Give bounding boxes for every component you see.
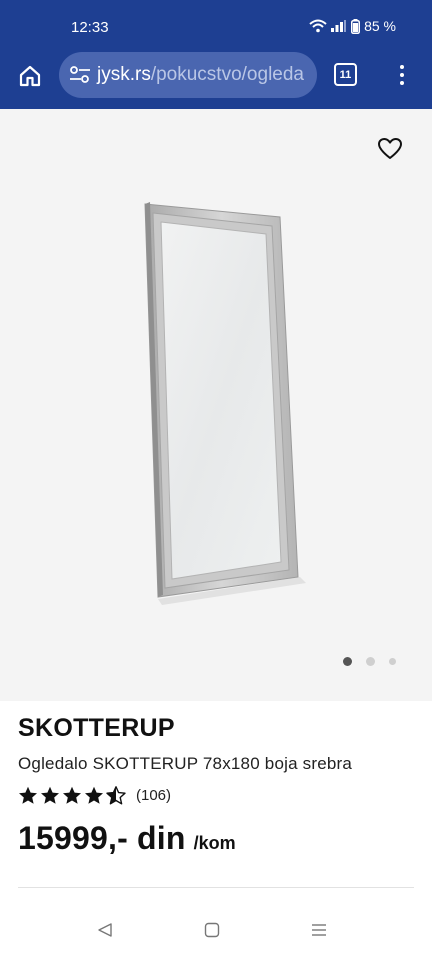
- star-half-icon: [106, 786, 126, 805]
- price-unit: /kom: [193, 833, 236, 853]
- nav-back-button[interactable]: [94, 921, 116, 943]
- signal-icon: [331, 20, 347, 32]
- status-indicators: 85 %: [309, 18, 396, 34]
- star-filled-icon: [40, 786, 60, 805]
- address-bar[interactable]: jysk.rs/pokucstvo/ogleda: [59, 52, 317, 98]
- gallery-dot-3[interactable]: [389, 658, 396, 665]
- star-filled-icon: [84, 786, 104, 805]
- system-nav-bar: [0, 905, 432, 960]
- browser-toolbar: jysk.rs/pokucstvo/ogleda 11: [0, 52, 432, 109]
- favorite-button[interactable]: [377, 137, 403, 163]
- gallery-dot-1[interactable]: [343, 657, 352, 666]
- tab-count: 11: [339, 68, 352, 81]
- battery-level: 85 %: [364, 18, 396, 34]
- review-count[interactable]: (106): [136, 787, 171, 804]
- nav-home-button[interactable]: [201, 921, 223, 943]
- gallery-pagination: [343, 657, 396, 666]
- product-description: Ogledalo SKOTTERUP 78x180 boja srebra: [18, 754, 353, 773]
- heart-outline-icon: [377, 138, 403, 165]
- product-price: 15999,- din /kom: [18, 820, 236, 857]
- divider: [18, 887, 414, 888]
- url-host: jysk.rs: [97, 64, 151, 85]
- gallery-dot-2[interactable]: [366, 657, 375, 666]
- square-home-icon: [204, 922, 220, 943]
- star-filled-icon: [18, 786, 38, 805]
- home-button[interactable]: [14, 62, 46, 94]
- lines-recents-icon: [311, 922, 327, 943]
- tune-icon[interactable]: [67, 62, 93, 88]
- status-bar: 12:33 85 %: [0, 0, 432, 52]
- status-time: 12:33: [71, 19, 109, 36]
- product-image[interactable]: [0, 109, 432, 701]
- triangle-back-icon: [97, 922, 113, 943]
- product-rating[interactable]: (106): [18, 786, 171, 805]
- more-vert-icon[interactable]: [392, 60, 412, 90]
- home-icon: [18, 64, 42, 93]
- tabs-button[interactable]: 11: [334, 63, 357, 86]
- url-path: /pokucstvo/ogleda: [150, 64, 304, 85]
- wifi-icon: [309, 19, 327, 33]
- url-text[interactable]: jysk.rs/pokucstvo/ogleda: [97, 64, 304, 86]
- battery-icon: [351, 18, 361, 34]
- browser-header: 12:33 85 % jysk.rs/pokucstvo/ogleda 11: [0, 0, 432, 109]
- product-title: SKOTTERUP: [18, 714, 175, 742]
- nav-recents-button[interactable]: [308, 921, 330, 943]
- star-filled-icon: [62, 786, 82, 805]
- product-gallery[interactable]: [0, 109, 432, 701]
- price-value: 15999,- din: [18, 820, 186, 856]
